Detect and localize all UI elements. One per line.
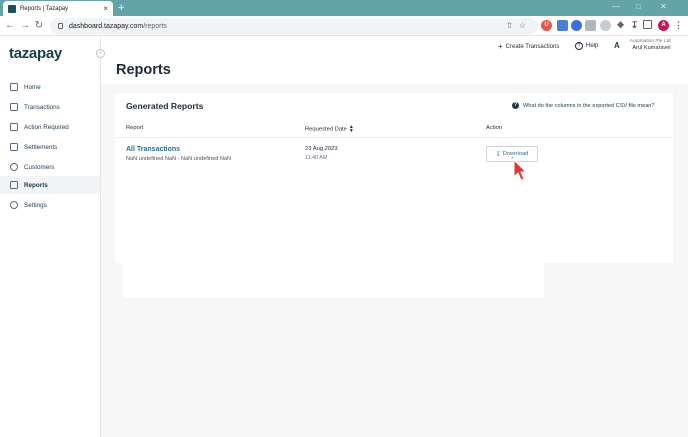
help-button[interactable]: ? Help [575,42,598,50]
profile-avatar[interactable]: A [658,20,669,31]
sidebar-item-settlements[interactable]: Settlements [0,138,100,156]
column-header-action: Action [486,125,503,131]
reload-icon[interactable]: ↻ [32,19,46,33]
sidebar: tazapay ‹ Home Transactions Action Requi… [0,36,105,437]
column-header-requested-date[interactable]: Requested Date ▲ ▼ [305,125,354,134]
extensions-puzzle-icon[interactable]: ❖ [615,20,626,31]
account-menu[interactable]: A Automation Pte Ltd Arul Kumaravel [614,39,671,51]
tazapay-logo[interactable]: tazapay [9,45,62,62]
requested-time: 11:40 AM [305,155,328,161]
lock-icon [58,23,63,29]
extension-grey-icon[interactable] [585,20,596,31]
tazapay-favicon-icon [8,4,16,13]
new-tab-button[interactable]: + [118,1,124,15]
header-divider [115,137,673,138]
address-bar[interactable]: dashboard.tazapay.com/reports ⇧☆ [50,18,538,34]
download-icon: ↧ [495,151,501,158]
browser-tab-bar: Reports | Tazapay × + — □ ✕ [0,0,688,16]
mouse-cursor-icon [511,157,527,181]
sidebar-item-home[interactable]: Home [0,78,100,96]
back-icon[interactable]: ← [3,19,17,33]
collapse-sidebar-icon[interactable]: ‹ [96,49,105,58]
browser-menu-icon[interactable]: ⋮ [673,20,684,31]
customers-icon [10,163,18,171]
settlements-icon [10,143,18,151]
sidebar-item-reports[interactable]: Reports [0,176,100,194]
browser-tab[interactable]: Reports | Tazapay × [3,1,113,16]
action-required-icon [10,123,18,131]
maximize-icon[interactable]: □ [636,2,641,11]
sidebar-item-settings[interactable]: Settings [0,196,100,214]
browser-toolbar: ← → ↻ dashboard.tazapay.com/reports ⇧☆ U… [0,16,688,36]
sidebar-item-action-required[interactable]: Action Required [0,118,100,136]
window-close-icon[interactable]: ✕ [660,2,667,11]
browser-tab-title: Reports | Tazapay [20,5,69,12]
url-text: dashboard.tazapay.com/reports [69,22,167,30]
transactions-icon [10,103,18,111]
card-title: Generated Reports [126,101,204,111]
create-transactions-button[interactable]: + Create Transactions [498,42,559,51]
generated-reports-card [115,93,673,263]
help-icon: ? [575,42,583,50]
card-extension [123,263,544,298]
reports-icon [10,181,18,189]
column-header-report: Report [126,125,144,131]
page-title: Reports [116,62,171,78]
account-avatar: A [614,40,620,50]
org-name: Automation Pte Ltd [629,39,671,44]
requested-date: 23 Aug 2023 [305,146,338,152]
sidebar-item-customers[interactable]: Customers [0,158,100,176]
extension-circle-icon[interactable] [571,20,582,31]
report-date-range: NaN undefined NaN - NaN undefined NaN [126,156,232,162]
csv-columns-help-link[interactable]: ? What do the columns in the exported CS… [512,102,655,109]
downloads-icon[interactable]: ↧ [629,20,640,31]
close-tab-icon[interactable]: × [103,4,108,13]
extension-u-icon[interactable]: U [541,20,552,31]
side-panel-icon[interactable] [643,20,652,29]
sidebar-item-transactions[interactable]: Transactions [0,98,100,116]
settings-gear-icon [10,201,18,209]
extension-blue-icon[interactable] [557,20,568,31]
extension-clock-icon[interactable] [600,20,611,31]
forward-icon[interactable]: → [18,19,32,33]
question-icon: ? [512,102,519,109]
share-star-icons[interactable]: ⇧☆ [506,21,532,30]
plus-icon: + [498,42,503,51]
report-name-link[interactable]: All Transactions [126,146,180,153]
minimize-icon[interactable]: — [612,2,620,11]
sort-icon[interactable]: ▲ ▼ [349,125,354,134]
home-icon [10,83,18,91]
user-name: Arul Kumaravel [632,45,671,51]
